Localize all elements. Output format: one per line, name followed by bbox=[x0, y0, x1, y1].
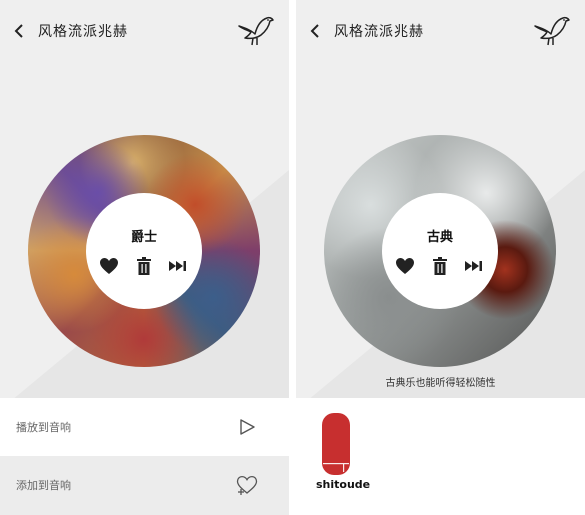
genre-label: 爵士 bbox=[130, 230, 157, 245]
skip-button[interactable] bbox=[168, 257, 188, 275]
trash-icon bbox=[137, 257, 151, 275]
like-button[interactable] bbox=[99, 257, 119, 275]
back-button[interactable] bbox=[10, 18, 30, 44]
heart-plus-icon bbox=[236, 475, 258, 495]
left-screen: 风格流派兆赫 爵士 播放到音响 添加到音响 bbox=[0, 0, 289, 515]
skip-button[interactable] bbox=[464, 257, 484, 275]
add-to-speaker-label: 添加到音响 bbox=[16, 479, 71, 492]
device-name: shitoude bbox=[316, 478, 371, 491]
right-screen: 风格流派兆赫 古典 古典乐也能听得轻松随性 shitoude bbox=[296, 0, 585, 515]
trash-icon bbox=[433, 257, 447, 275]
delete-button[interactable] bbox=[430, 257, 450, 275]
bird-button[interactable] bbox=[531, 12, 571, 50]
heart-icon bbox=[396, 258, 414, 274]
disc-controls bbox=[382, 257, 498, 277]
genre-caption: 古典乐也能听得轻松随性 bbox=[385, 378, 496, 389]
disc-controls bbox=[86, 257, 202, 277]
bird-icon bbox=[534, 16, 570, 46]
play-to-speaker-button[interactable] bbox=[235, 416, 259, 438]
skip-next-icon bbox=[465, 261, 482, 271]
disc-center: 古典 bbox=[382, 193, 498, 309]
add-to-speaker-button[interactable] bbox=[235, 474, 259, 496]
like-button[interactable] bbox=[395, 257, 415, 275]
device-panel: shitoude bbox=[296, 398, 585, 515]
genre-disc[interactable]: 古典 bbox=[324, 135, 556, 367]
back-button[interactable] bbox=[306, 18, 326, 44]
add-to-speaker-row[interactable]: 添加到音响 bbox=[0, 456, 289, 515]
header: 风格流派兆赫 bbox=[296, 0, 585, 62]
chevron-left-icon bbox=[14, 24, 23, 38]
genre-disc[interactable]: 爵士 bbox=[28, 135, 260, 367]
genre-label: 古典 bbox=[426, 230, 453, 245]
heart-icon bbox=[100, 258, 118, 274]
speaker-icon bbox=[322, 413, 350, 475]
bird-icon bbox=[238, 16, 274, 46]
play-outline-icon bbox=[240, 419, 255, 435]
play-to-speaker-label: 播放到音响 bbox=[16, 421, 71, 434]
delete-button[interactable] bbox=[134, 257, 154, 275]
page-title: 风格流派兆赫 bbox=[38, 24, 128, 40]
header: 风格流派兆赫 bbox=[0, 0, 289, 62]
skip-next-icon bbox=[169, 261, 186, 271]
disc-center: 爵士 bbox=[86, 193, 202, 309]
bird-button[interactable] bbox=[235, 12, 275, 50]
speaker-device-button[interactable] bbox=[321, 412, 351, 476]
page-title: 风格流派兆赫 bbox=[334, 24, 424, 40]
chevron-left-icon bbox=[310, 24, 319, 38]
play-to-speaker-row[interactable]: 播放到音响 bbox=[0, 398, 289, 456]
